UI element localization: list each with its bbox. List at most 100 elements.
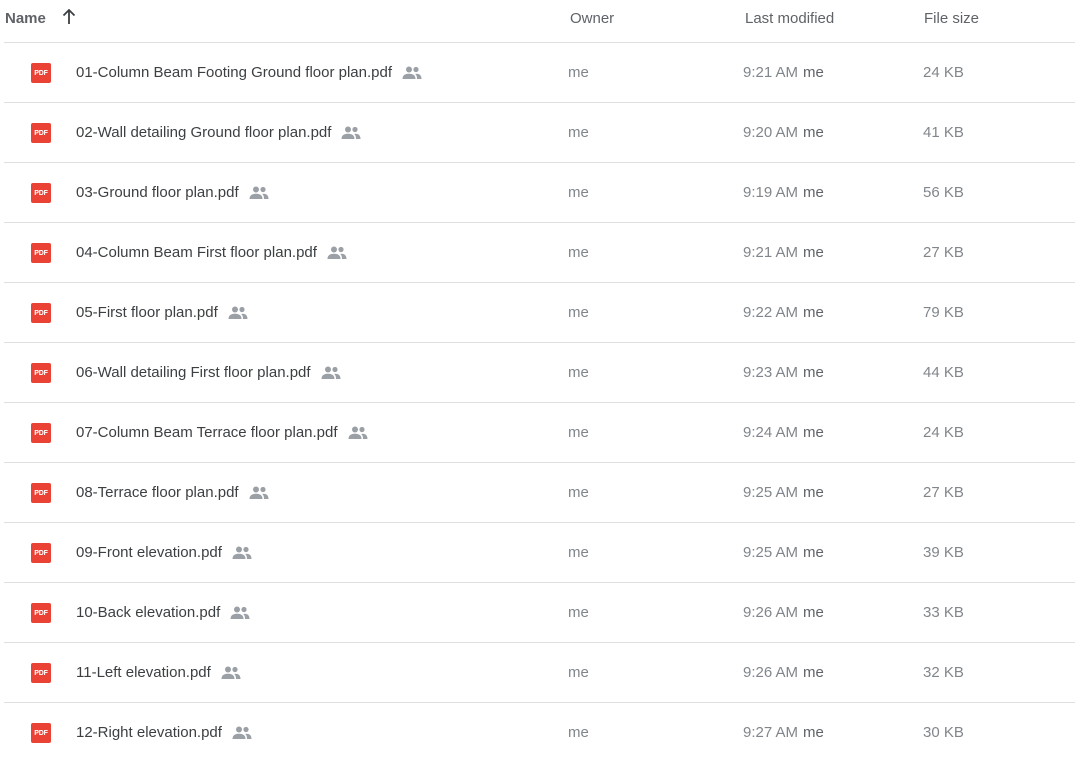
pdf-file-icon: PDF xyxy=(31,663,51,683)
modified-time: 9:21 AM xyxy=(743,244,799,261)
file-name: 01-Column Beam Footing Ground floor plan… xyxy=(76,64,393,81)
table-row[interactable]: PDF 06-Wall detailing First floor plan.p… xyxy=(4,343,1075,403)
pdf-file-icon: PDF xyxy=(31,63,51,83)
file-name: 08-Terrace floor plan.pdf xyxy=(76,484,239,501)
file-last-modified: 9:23 AM me xyxy=(743,364,824,381)
pdf-file-icon: PDF xyxy=(31,303,51,323)
file-name: 10-Back elevation.pdf xyxy=(76,604,221,621)
file-owner: me xyxy=(568,184,589,201)
column-header-row: Name Owner Last modified File size xyxy=(4,0,1075,43)
file-last-modified: 9:27 AM me xyxy=(743,724,824,741)
modified-by: me xyxy=(803,604,824,621)
pdf-file-icon: PDF xyxy=(31,603,51,623)
file-size: 56 KB xyxy=(923,184,964,201)
table-row[interactable]: PDF 11-Left elevation.pdf me 9:26 AM me 3… xyxy=(4,643,1075,703)
modified-time: 9:26 AM xyxy=(743,604,799,621)
file-owner: me xyxy=(568,124,589,141)
table-row[interactable]: PDF 12-Right elevation.pdf me 9:27 AM me … xyxy=(4,703,1075,762)
pdf-file-icon: PDF xyxy=(31,483,51,503)
file-last-modified: 9:19 AM me xyxy=(743,184,824,201)
file-name: 03-Ground floor plan.pdf xyxy=(76,184,239,201)
file-size: 27 KB xyxy=(923,244,964,261)
modified-time: 9:25 AM xyxy=(743,544,799,561)
modified-time: 9:20 AM xyxy=(743,124,799,141)
file-owner: me xyxy=(568,304,589,321)
people-icon xyxy=(321,366,341,379)
people-icon xyxy=(230,606,250,619)
file-last-modified: 9:26 AM me xyxy=(743,664,824,681)
column-header-last-modified[interactable]: Last modified xyxy=(745,10,834,27)
file-size: 39 KB xyxy=(923,544,964,561)
file-list: Name Owner Last modified File size PDF 0… xyxy=(0,0,1075,762)
file-last-modified: 9:25 AM me xyxy=(743,484,824,501)
modified-time: 9:22 AM xyxy=(743,304,799,321)
column-header-name[interactable]: Name xyxy=(5,10,46,27)
file-last-modified: 9:26 AM me xyxy=(743,604,824,621)
modified-time: 9:26 AM xyxy=(743,664,799,681)
pdf-file-icon: PDF xyxy=(31,123,51,143)
file-name: 04-Column Beam First floor plan.pdf xyxy=(76,244,317,261)
modified-by: me xyxy=(803,424,824,441)
people-icon xyxy=(341,126,361,139)
people-icon xyxy=(327,246,347,259)
table-row[interactable]: PDF 07-Column Beam Terrace floor plan.pd… xyxy=(4,403,1075,463)
file-size: 27 KB xyxy=(923,484,964,501)
modified-time: 9:21 AM xyxy=(743,64,799,81)
pdf-file-icon: PDF xyxy=(31,363,51,383)
modified-time: 9:25 AM xyxy=(743,484,799,501)
modified-by: me xyxy=(803,244,824,261)
table-row[interactable]: PDF 10-Back elevation.pdf me 9:26 AM me 3… xyxy=(4,583,1075,643)
people-icon xyxy=(228,306,248,319)
modified-by: me xyxy=(803,304,824,321)
file-name: 05-First floor plan.pdf xyxy=(76,304,218,321)
people-icon xyxy=(232,726,252,739)
file-size: 33 KB xyxy=(923,604,964,621)
file-size: 79 KB xyxy=(923,304,964,321)
table-row[interactable]: PDF 04-Column Beam First floor plan.pdf … xyxy=(4,223,1075,283)
people-icon xyxy=(221,666,241,679)
pdf-file-icon: PDF xyxy=(31,423,51,443)
file-last-modified: 9:22 AM me xyxy=(743,304,824,321)
file-last-modified: 9:24 AM me xyxy=(743,424,824,441)
people-icon xyxy=(402,66,422,79)
file-owner: me xyxy=(568,544,589,561)
table-row[interactable]: PDF 02-Wall detailing Ground floor plan.… xyxy=(4,103,1075,163)
file-name: 12-Right elevation.pdf xyxy=(76,724,222,741)
modified-time: 9:19 AM xyxy=(743,184,799,201)
modified-by: me xyxy=(803,184,824,201)
modified-by: me xyxy=(803,724,824,741)
people-icon xyxy=(348,426,368,439)
file-owner: me xyxy=(568,364,589,381)
arrow-up-icon[interactable] xyxy=(62,9,76,25)
modified-by: me xyxy=(803,484,824,501)
file-owner: me xyxy=(568,244,589,261)
file-size: 24 KB xyxy=(923,64,964,81)
modified-by: me xyxy=(803,64,824,81)
modified-by: me xyxy=(803,124,824,141)
pdf-file-icon: PDF xyxy=(31,183,51,203)
table-row[interactable]: PDF 08-Terrace floor plan.pdf me 9:25 AM… xyxy=(4,463,1075,523)
file-name: 11-Left elevation.pdf xyxy=(76,664,211,681)
table-row[interactable]: PDF 01-Column Beam Footing Ground floor … xyxy=(4,43,1075,103)
file-last-modified: 9:25 AM me xyxy=(743,544,824,561)
column-header-owner[interactable]: Owner xyxy=(570,10,614,27)
file-owner: me xyxy=(568,664,589,681)
file-name: 09-Front elevation.pdf xyxy=(76,544,222,561)
file-last-modified: 9:20 AM me xyxy=(743,124,824,141)
table-row[interactable]: PDF 05-First floor plan.pdf me 9:22 AM me… xyxy=(4,283,1075,343)
file-size: 44 KB xyxy=(923,364,964,381)
modified-by: me xyxy=(803,544,824,561)
file-rows: PDF 01-Column Beam Footing Ground floor … xyxy=(4,43,1075,762)
file-size: 24 KB xyxy=(923,424,964,441)
table-row[interactable]: PDF 09-Front elevation.pdf me 9:25 AM me … xyxy=(4,523,1075,583)
file-last-modified: 9:21 AM me xyxy=(743,64,824,81)
file-owner: me xyxy=(568,604,589,621)
table-row[interactable]: PDF 03-Ground floor plan.pdf me 9:19 AM m… xyxy=(4,163,1075,223)
modified-by: me xyxy=(803,364,824,381)
modified-time: 9:23 AM xyxy=(743,364,799,381)
file-size: 32 KB xyxy=(923,664,964,681)
file-owner: me xyxy=(568,724,589,741)
file-owner: me xyxy=(568,484,589,501)
column-header-file-size[interactable]: File size xyxy=(924,10,979,27)
pdf-file-icon: PDF xyxy=(31,723,51,743)
